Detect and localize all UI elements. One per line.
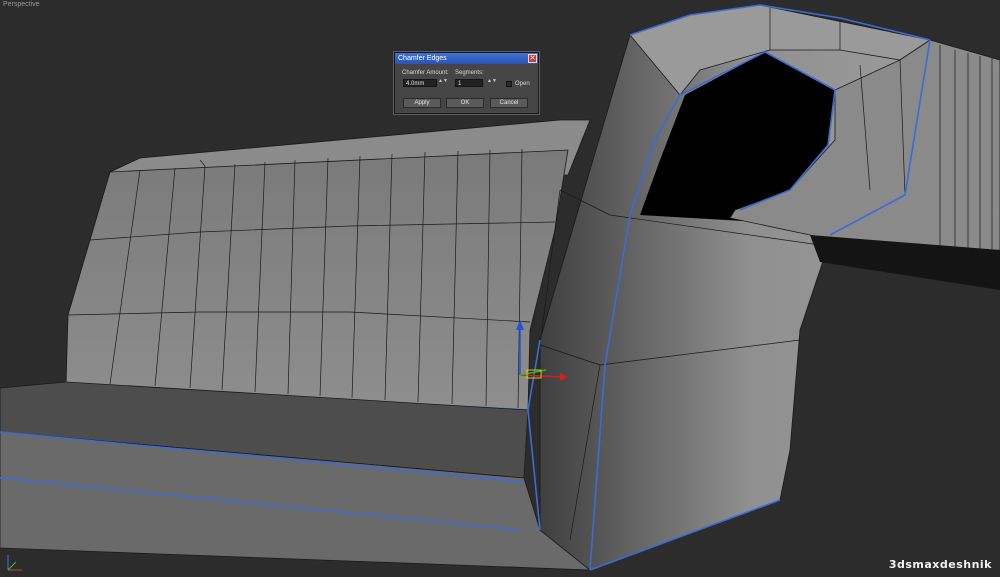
backrest-front (65, 149, 569, 411)
segments-label: Segments: (455, 70, 484, 76)
viewport-label[interactable]: Perspective (3, 1, 40, 8)
close-button[interactable]: ✕ (528, 54, 537, 63)
dialog-title: Chamfer Edges (398, 55, 447, 62)
segments-input[interactable]: 1 (455, 79, 483, 87)
chamfer-edges-dialog: Chamfer Edges ✕ Chamfer Amount: Segments… (394, 52, 539, 114)
chamfer-amount-input[interactable]: 4.0mm (403, 79, 437, 87)
open-label: Open (515, 81, 530, 87)
apply-button[interactable]: Apply (403, 98, 441, 108)
close-icon: ✕ (529, 55, 536, 62)
cancel-button[interactable]: Cancel (490, 98, 528, 108)
ok-button[interactable]: OK (446, 98, 484, 108)
open-checkbox[interactable] (506, 81, 512, 87)
chamfer-amount-label: Chamfer Amount: (402, 70, 449, 76)
watermark-text: 3dsmaxdeshnik (888, 558, 992, 571)
segments-spinner[interactable]: ▲▼ (487, 79, 497, 84)
chamfer-amount-spinner[interactable]: ▲▼ (438, 79, 448, 84)
dialog-titlebar[interactable]: Chamfer Edges ✕ (395, 53, 538, 64)
axis-tripod-icon (7, 555, 22, 571)
